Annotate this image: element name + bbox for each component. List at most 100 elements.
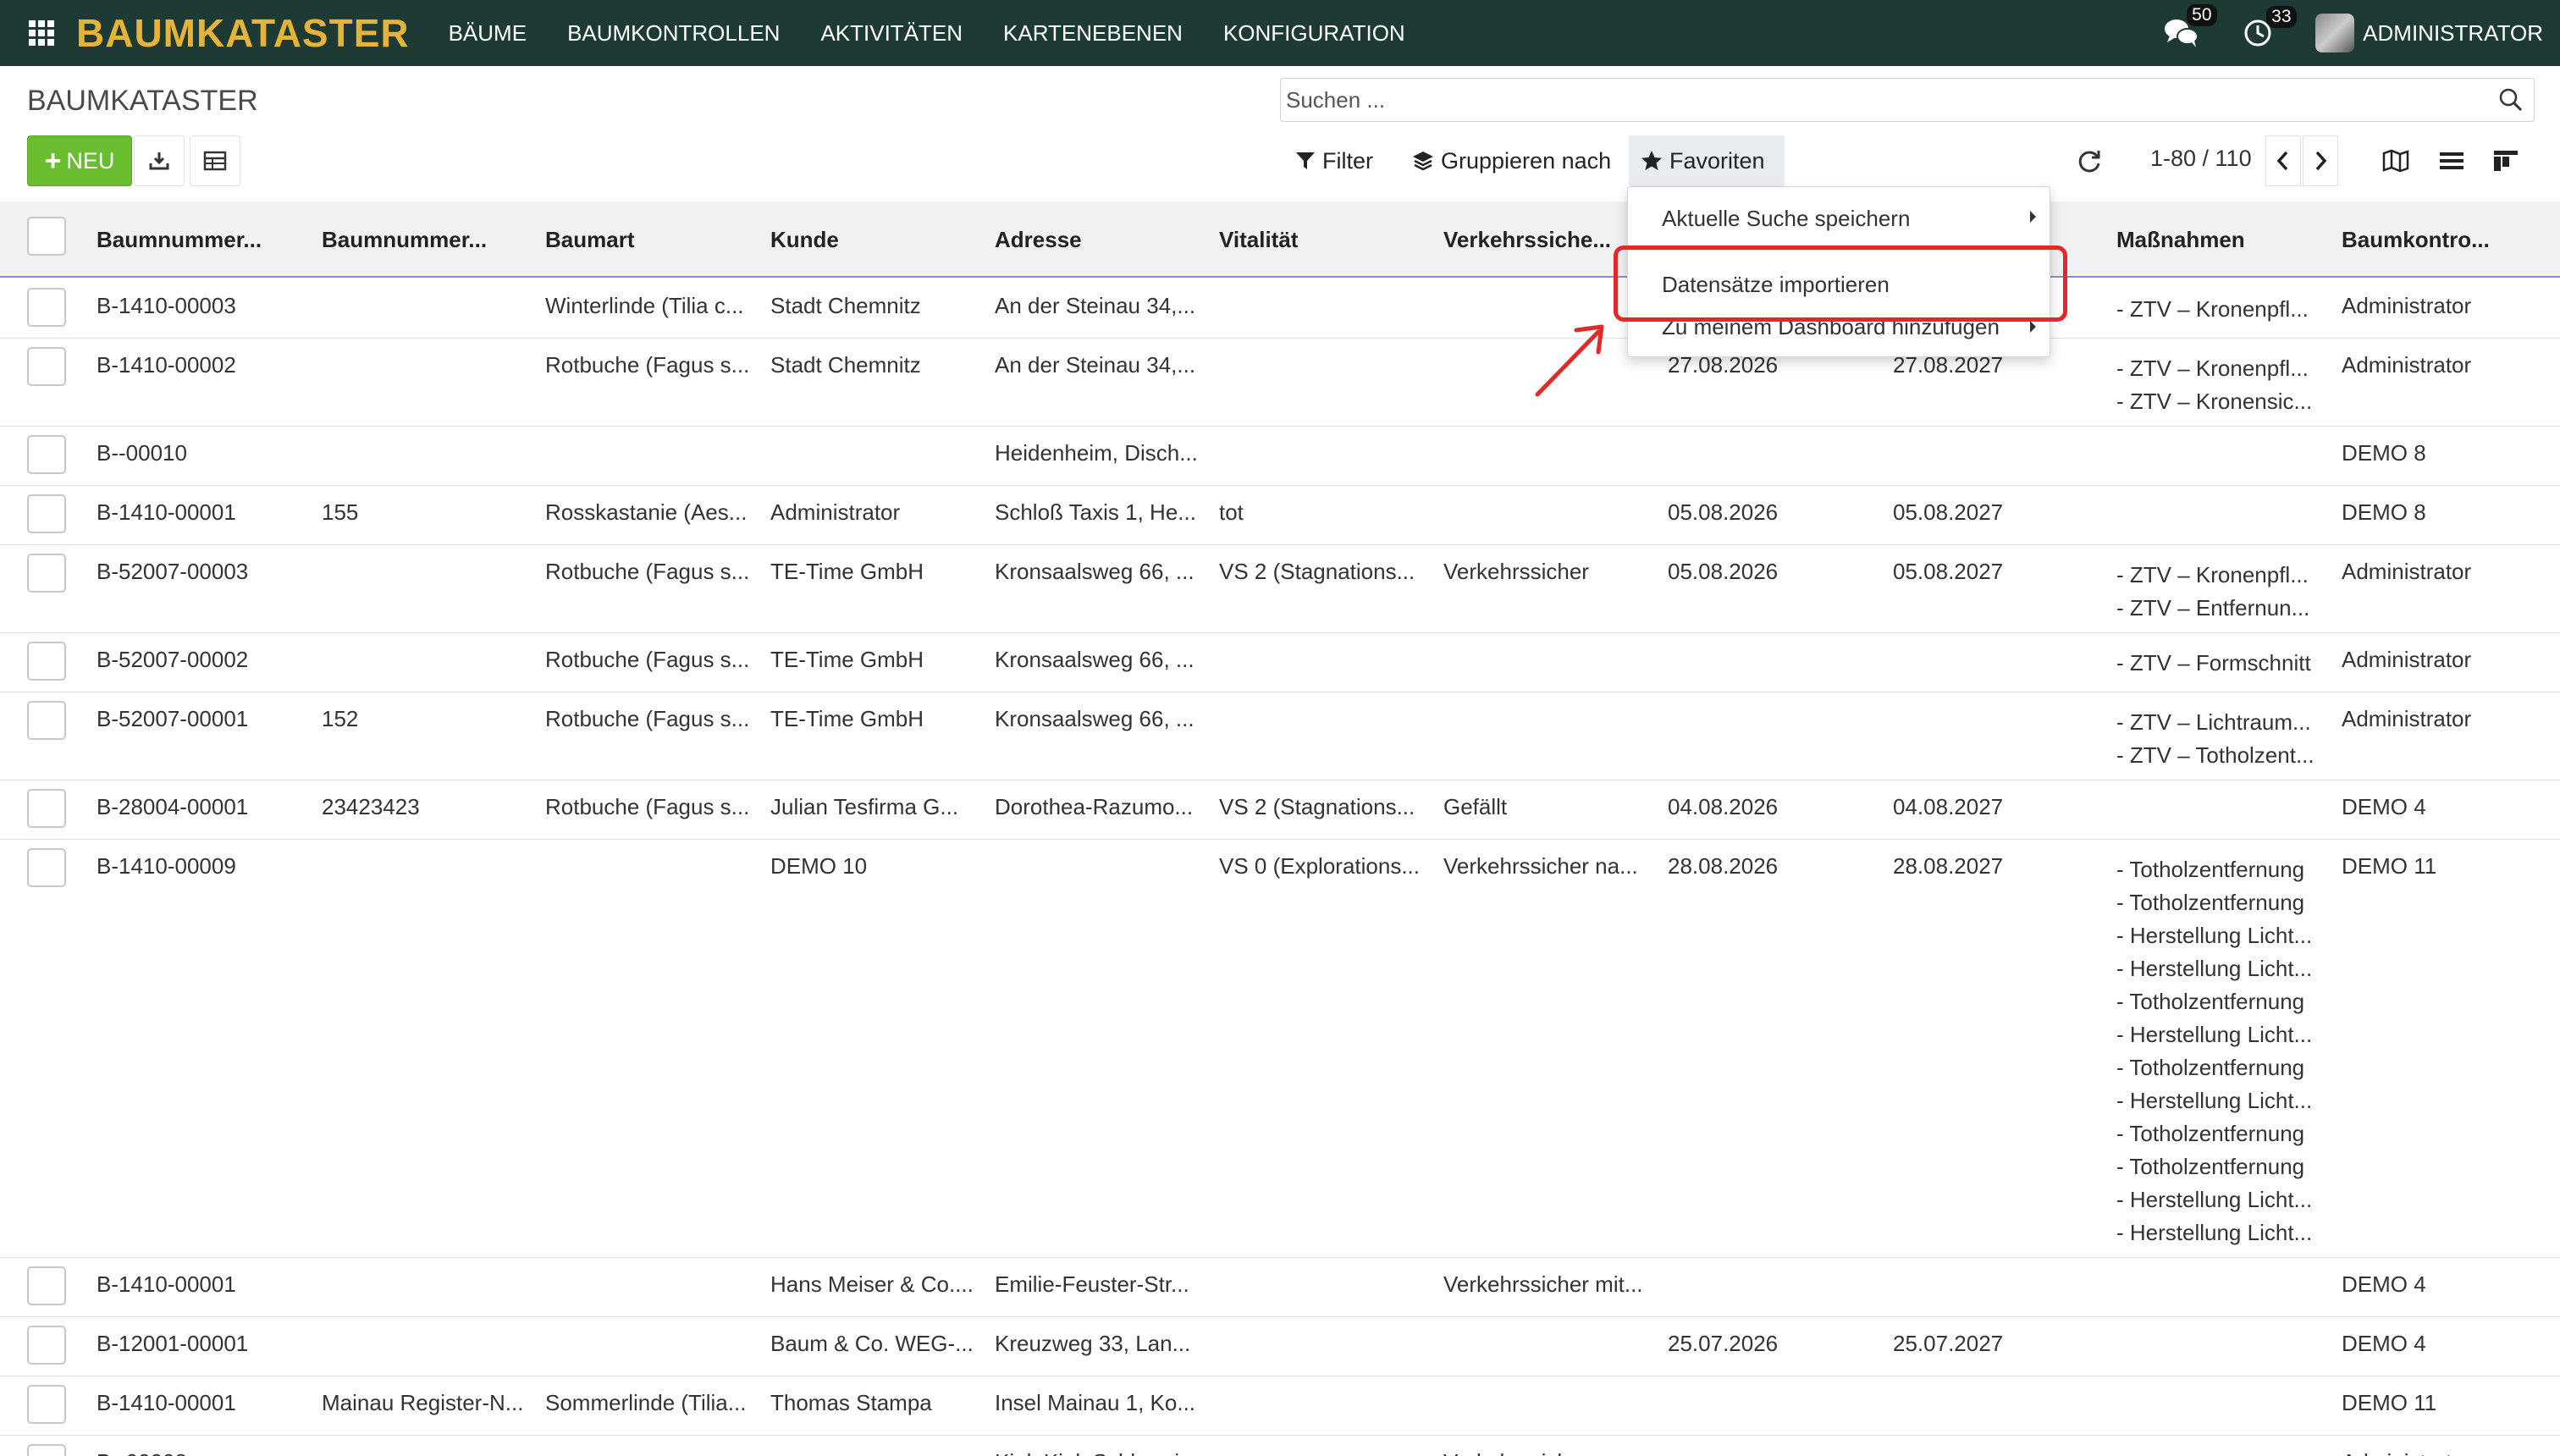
- row-checkbox[interactable]: [27, 789, 66, 828]
- cell-kontrolldatum: 25.07.2026: [1668, 1331, 1779, 1356]
- layers-icon: [1413, 152, 1433, 171]
- kanban-view-button[interactable]: [2489, 144, 2523, 178]
- chevron-right-icon: [2315, 151, 2327, 171]
- cell-adresse: Insel Mainau 1, Ko...: [995, 1390, 1196, 1415]
- app-brand[interactable]: BAUMKATASTER: [76, 10, 410, 56]
- massnahme-tag: - Totholzentfernung: [2116, 890, 2305, 915]
- table-row[interactable]: B-1410-00002 Rotbuche (Fagus s... Stadt Ch…: [0, 339, 2560, 427]
- menu-item-baumkontrollen[interactable]: BAUMKONTROLLEN: [567, 20, 780, 47]
- column-header-baumart[interactable]: Baumart: [545, 227, 634, 253]
- cell-kunde: Stadt Chemnitz: [770, 352, 921, 378]
- column-header-baumnummer[interactable]: Baumnummer...: [97, 227, 262, 253]
- spreadsheet-button[interactable]: [190, 135, 240, 186]
- massnahme-tag: - Herstellung Licht...: [2116, 1022, 2313, 1047]
- table-row[interactable]: B-52007-00003 Rotbuche (Fagus s... TE-Time…: [0, 545, 2560, 633]
- table-row[interactable]: B-1410-00001 155 Rosskastanie (Aes... Admin…: [0, 486, 2560, 545]
- cell-baumkontrolleur: DEMO 4: [2342, 1271, 2426, 1297]
- download-button[interactable]: [134, 135, 185, 186]
- cell-vitalitaet: VS 0 (Explorations...: [1219, 853, 1420, 879]
- column-header-baumkontrolleur[interactable]: Baumkontro...: [2342, 227, 2490, 253]
- cell-massnahmen: - ZTV – Lichtraum... - ZTV – Totholzent..…: [2116, 706, 2314, 772]
- cell-kontrolldatum: 04.08.2026: [1668, 794, 1779, 819]
- menu-item-aktivitaeten[interactable]: AKTIVITÄTEN: [820, 20, 963, 47]
- cell-baumnummer: B--00010: [97, 440, 187, 466]
- table-row[interactable]: B--00008 Kiel, Kiel, Schleswi... Verkehrss…: [0, 1436, 2560, 1456]
- search-input[interactable]: [1286, 86, 2471, 113]
- list-icon: [2440, 152, 2463, 169]
- map-view-button[interactable]: [2379, 144, 2413, 178]
- cell-baumnummer: B-1410-00002: [97, 352, 236, 378]
- activities-button[interactable]: 33: [2243, 6, 2297, 48]
- table-row[interactable]: B-1410-00009 DEMO 10 VS 0 (Explorations...…: [0, 840, 2560, 1258]
- cell-baumnummer: B-1410-00001: [97, 499, 236, 525]
- row-checkbox[interactable]: [27, 1326, 66, 1365]
- favorites-button[interactable]: Favoriten: [1629, 135, 1785, 186]
- user-avatar[interactable]: [2315, 14, 2355, 52]
- apps-grid-icon[interactable]: [29, 20, 54, 46]
- pager-previous-button[interactable]: [2265, 135, 2301, 186]
- refresh-icon[interactable]: [2076, 147, 2103, 174]
- cell-baumnummer: B-28004-00001: [97, 794, 249, 819]
- row-checkbox[interactable]: [27, 288, 66, 327]
- table-row[interactable]: B-1410-00001 Mainau Register-N... Sommerli…: [0, 1376, 2560, 1436]
- table-row[interactable]: B-52007-00002 Rotbuche (Fagus s... TE-Time…: [0, 633, 2560, 692]
- filter-icon: [1296, 152, 1315, 169]
- row-checkbox[interactable]: [27, 848, 66, 887]
- row-checkbox[interactable]: [27, 701, 66, 740]
- table-row[interactable]: B-12001-00001 Baum & Co. WEG-... Kreuzweg …: [0, 1317, 2560, 1376]
- new-button[interactable]: + NEU: [27, 135, 132, 186]
- messages-badge: 50: [2187, 4, 2217, 26]
- column-header-baumnummer-2[interactable]: Baumnummer...: [322, 227, 487, 253]
- table-row[interactable]: B-52007-00001 152 Rotbuche (Fagus s... TE-T…: [0, 692, 2560, 780]
- save-current-search-item[interactable]: Aktuelle Suche speichern: [1662, 206, 1910, 232]
- massnahme-tag: - Herstellung Licht...: [2116, 956, 2313, 981]
- activities-badge: 33: [2266, 6, 2297, 28]
- search-icon[interactable]: [2498, 87, 2524, 113]
- massnahme-tag: - ZTV – Formschnitt: [2116, 650, 2311, 676]
- row-checkbox[interactable]: [27, 554, 66, 593]
- pager-next-button[interactable]: [2303, 135, 2338, 186]
- column-header-verkehrssicherheit[interactable]: Verkehrssiche...: [1443, 227, 1611, 253]
- menu-item-baeume[interactable]: BÄUME: [449, 20, 527, 47]
- cell-baumnummer: B-1410-00009: [97, 853, 236, 879]
- row-checkbox[interactable]: [27, 435, 66, 474]
- table-row[interactable]: B-28004-00001 23423423 Rotbuche (Fagus s..…: [0, 780, 2560, 840]
- cell-massnahmen: - ZTV – Kronenpfl... - ZTV – Kronensic...: [2116, 352, 2312, 418]
- kanban-icon: [2494, 151, 2518, 171]
- select-all-checkbox[interactable]: [27, 217, 66, 256]
- row-checkbox[interactable]: [27, 347, 66, 386]
- pager-value[interactable]: 1-80 / 110: [2150, 146, 2252, 172]
- menu-item-kartenebenen[interactable]: KARTENEBENEN: [1003, 20, 1183, 47]
- caret-right-icon: [2030, 211, 2036, 223]
- group-by-button[interactable]: Gruppieren nach: [1400, 135, 1623, 186]
- user-menu[interactable]: ADMINISTRATOR: [2363, 20, 2543, 47]
- row-checkbox[interactable]: [27, 1385, 66, 1424]
- cell-baumnummer-2: 23423423: [322, 794, 420, 819]
- massnahme-tag: - ZTV – Entfernun...: [2116, 595, 2310, 620]
- filter-button[interactable]: Filter: [1283, 135, 1385, 186]
- cell-baumart: Winterlinde (Tilia c...: [545, 293, 744, 318]
- table-row[interactable]: B--00010 Heidenheim, Disch... DEMO 8: [0, 427, 2560, 486]
- column-header-kunde[interactable]: Kunde: [770, 227, 839, 253]
- column-header-adresse[interactable]: Adresse: [995, 227, 1082, 253]
- massnahme-tag: - Totholzentfernung: [2116, 1154, 2305, 1179]
- cell-adresse: Kiel, Kiel, Schleswi...: [995, 1449, 1198, 1456]
- row-checkbox[interactable]: [27, 1444, 66, 1456]
- column-header-vitalitaet[interactable]: Vitalität: [1219, 227, 1298, 253]
- row-checkbox[interactable]: [27, 494, 66, 533]
- table-row[interactable]: B-1410-00003 Winterlinde (Tilia c... Stadt…: [0, 279, 2560, 339]
- table-icon: [203, 151, 227, 171]
- caret-right-icon: [2030, 321, 2036, 333]
- chevron-left-icon: [2276, 151, 2288, 171]
- row-checkbox[interactable]: [27, 642, 66, 681]
- table-row[interactable]: B-1410-00001 Hans Meiser & Co.... Emilie-F…: [0, 1258, 2560, 1317]
- cell-baumkontrolleur: Administrator: [2342, 647, 2472, 672]
- favorites-label: Favoriten: [1669, 147, 1765, 174]
- list-view-button[interactable]: [2435, 144, 2469, 178]
- cell-baumkontrolleur: DEMO 4: [2342, 794, 2426, 819]
- row-checkbox[interactable]: [27, 1266, 66, 1305]
- menu-item-konfiguration[interactable]: KONFIGURATION: [1223, 20, 1405, 47]
- messages-button[interactable]: 50: [2163, 4, 2217, 50]
- search-box[interactable]: [1280, 78, 2535, 122]
- column-header-massnahmen[interactable]: Maßnahmen: [2116, 227, 2245, 253]
